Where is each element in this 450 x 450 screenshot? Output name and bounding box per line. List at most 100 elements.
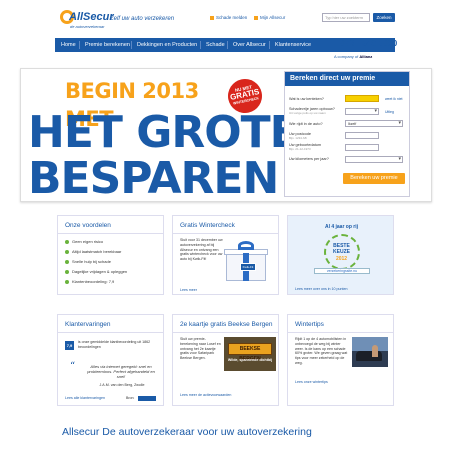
kwik-fit-tag: Kwik-Fit — [240, 263, 256, 271]
beekse-link[interactable]: Lees meer de actievoorwaarden — [180, 393, 231, 397]
award-keuze: KEUZE — [333, 249, 350, 255]
schadevrije-uitleg-link[interactable]: Uitleg — [385, 110, 394, 114]
nav-item-klantenservice[interactable]: Klantenservice — [275, 38, 311, 52]
award-site: verzekeringssite.nu — [314, 268, 370, 274]
award-link[interactable]: Lees meer over ons in 10 punten — [295, 287, 348, 291]
check-icon — [65, 239, 69, 244]
beekse-sign: BEEKSE BERGEN — [228, 343, 272, 362]
schade-melden-link[interactable]: Schade melden — [210, 15, 247, 20]
photo-person — [372, 345, 378, 357]
nav-divider — [131, 41, 132, 49]
driver-select[interactable]: Ikzelf — [345, 120, 403, 127]
company-of: A company of Allianz — [334, 54, 372, 59]
beekse-text: Sluit uw premie-berekening naar Losef en… — [180, 337, 221, 361]
schade-melden-label: Schade melden — [216, 15, 248, 20]
postcode-hint: Bijv. 1234 AB — [289, 136, 307, 140]
award-year: 2012 — [335, 256, 348, 262]
check-icon — [65, 249, 69, 254]
rating-score: 7,9 — [65, 341, 74, 350]
quote-open-icon: “ — [70, 361, 76, 372]
birthdate-input[interactable] — [345, 144, 379, 151]
benefit-item: Dagelijke vrijdagen & opleggen — [65, 269, 127, 274]
search-input[interactable]: Typ hier uw zoekterm — [322, 13, 370, 22]
source-logo — [138, 396, 156, 401]
tagline: Zelf uw auto verzekeren — [110, 16, 175, 22]
calculator-title: Bereken direct uw premie — [285, 72, 409, 86]
beekse-title: 2e kaartje gratis Beekse Bergen — [180, 321, 273, 328]
card-wintercheck[interactable]: Gratis Wintercheck Sluit voor 31 decembe… — [172, 215, 279, 295]
wintertips-link[interactable]: Lees onze wintertips — [295, 380, 328, 384]
card-voordelen: Onze voordelen Geen eigen risico Altijd … — [57, 215, 164, 295]
kenteken-unknown-link[interactable]: weet ik niet — [385, 97, 403, 101]
divider — [173, 332, 278, 333]
calculate-premium-button[interactable]: Bereken uw premie — [343, 173, 405, 184]
benefit-text: Snelle hulp bij schade — [72, 259, 111, 264]
banner-begin-text: BEGIN 2013 MET — [28, 77, 250, 131]
promo-banner: BEGIN 2013 MET NU MET GRATIS WINTERCHECK… — [20, 68, 432, 202]
site-header: AllSecur de autoverzekeraar Zelf uw auto… — [0, 0, 450, 38]
benefit-text: Dagelijke vrijdagen & opleggen — [72, 269, 128, 274]
postcode-input[interactable] — [345, 132, 379, 139]
check-icon — [65, 259, 69, 264]
banner-line-1: HET GROTE — [28, 107, 300, 158]
wintertips-title: Wintertips — [295, 321, 324, 328]
nav-divider — [79, 41, 80, 49]
benefit-item: Altijd laatstmatch berekbaar — [65, 249, 121, 254]
nav-divider — [269, 41, 270, 49]
quote-author: J.A.M. van den Berg, Zwolle — [99, 383, 145, 387]
check-icon — [65, 279, 69, 284]
schadevrije-select[interactable] — [345, 108, 379, 115]
nav-item-over[interactable]: Over Allsecur — [233, 38, 266, 52]
rijdt-label: Wie rijdt in de auto? — [289, 122, 323, 126]
nav-item-dekkingen[interactable]: Dekkingen en Producten — [137, 38, 197, 52]
postcode-label: Uw postcode Bijv. 1234 AB — [289, 132, 311, 140]
award-title: Al 4 jaar op rij — [324, 224, 359, 230]
card-wintertips[interactable]: Wintertips Rijdt 1 op de 4 automobiliste… — [287, 314, 394, 406]
kenteken-input[interactable] — [345, 95, 379, 102]
wintercheck-text: Sluit voor 31 december uw autoverzekerin… — [180, 238, 223, 262]
wintercheck-title: Gratis Wintercheck — [180, 222, 235, 229]
km-select[interactable] — [345, 156, 403, 163]
card-beekse-bergen[interactable]: 2e kaartje gratis Beekse Bergen Sluit uw… — [172, 314, 279, 406]
card-klantervaringen: Klantervaringen 7,9 is onze gemiddelde k… — [57, 314, 164, 406]
wintercheck-link[interactable]: Lees meer — [180, 288, 197, 292]
mijn-allsecur-link[interactable]: Mijn Allsecur — [254, 15, 285, 20]
schadevrije-label: Schadevrije jaren opbouw? Uit vorige poli… — [289, 107, 335, 115]
klantervaringen-link[interactable]: Lees alle klantervaringen — [65, 396, 105, 400]
photo-car — [356, 351, 382, 361]
gift-box-icon: Kwik-Fit — [222, 241, 270, 281]
nav-divider — [227, 41, 228, 49]
customer-quote: Alles via internet geregeld: snel en pro… — [87, 364, 155, 379]
footer-headline: Allsecur De autoverzekeraar voor uw auto… — [62, 426, 312, 438]
rating-intro: is onze gemiddelde klantbeoordeling uit … — [78, 340, 151, 349]
beekse-bergen-image: BEEKSE BERGEN Wilde, spannende dichtbij — [224, 337, 276, 371]
phone-number[interactable]: 073 - 548 5000 — [340, 38, 397, 48]
divider — [288, 332, 393, 333]
benefit-item: Geen eigen risico — [65, 239, 103, 244]
kenteken-label: Wat is uw kenteken? — [289, 97, 324, 101]
km-label: Uw kilometers per jaar? — [289, 157, 329, 161]
search-button[interactable]: Zoeken — [373, 13, 395, 22]
wintertips-text: Rijdt 1 op de 4 automobilisten in onbevo… — [295, 337, 348, 365]
premium-calculator: Bereken direct uw premie Wat is uw kente… — [284, 71, 410, 197]
nav-item-premie[interactable]: Premie berekenen — [85, 38, 130, 52]
card-award[interactable]: Al 4 jaar op rij BESTE KEUZE 2012 verzek… — [287, 215, 394, 295]
gift-bow — [238, 241, 254, 250]
geboortedatum-label: Uw geboortedatum Bijv. 21-12-1973 — [289, 143, 321, 151]
benefit-item: Klantenbeoordeling: 7,9 — [65, 279, 114, 284]
banner-headline[interactable]: BEGIN 2013 MET NU MET GRATIS WINTERCHECK… — [28, 75, 300, 201]
benefit-text: Altijd laatstmatch berekbaar — [72, 249, 122, 254]
nav-item-home[interactable]: Home — [61, 38, 76, 52]
mijn-allsecur-label: Mijn Allsecur — [260, 15, 286, 20]
geboortedatum-hint: Bijv. 21-12-1973 — [289, 147, 311, 151]
nav-divider — [200, 41, 201, 49]
allsecur-logo[interactable]: AllSecur de autoverzekeraar — [60, 10, 114, 34]
winter-driver-photo — [352, 337, 388, 367]
photo-sky — [352, 337, 388, 351]
nav-item-schade[interactable]: Schade — [206, 38, 225, 52]
benefit-text: Klantenbeoordeling: 7,9 — [72, 279, 115, 284]
benefit-item: Snelle hulp bij schade — [65, 259, 111, 264]
beekse-slogan: Wilde, spannende dichtbij — [227, 358, 273, 362]
voordelen-title: Onze voordelen — [65, 222, 111, 229]
allianz-logo: Allianz — [359, 54, 373, 59]
